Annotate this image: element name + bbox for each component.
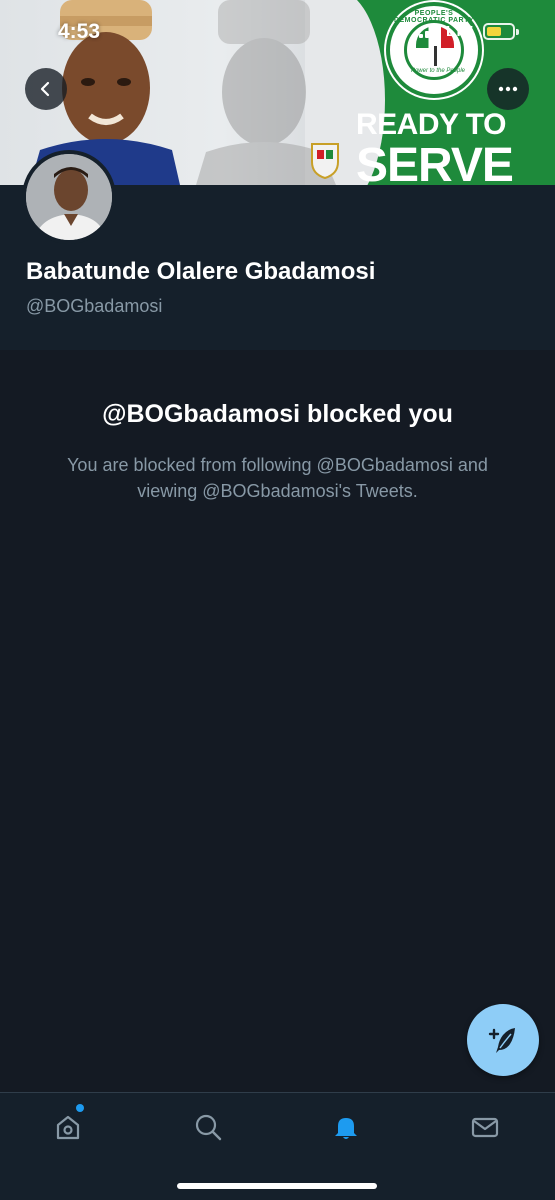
blocked-title: @BOGbadamosi blocked you bbox=[102, 400, 453, 428]
home-notification-dot bbox=[76, 1104, 84, 1112]
battery-icon bbox=[483, 23, 519, 40]
tab-messages[interactable] bbox=[465, 1109, 505, 1145]
mail-icon bbox=[471, 1117, 499, 1138]
chevron-left-icon bbox=[40, 81, 50, 97]
bell-icon bbox=[335, 1118, 357, 1139]
avatar[interactable] bbox=[22, 150, 116, 244]
home-icon bbox=[56, 1115, 80, 1140]
banner-headline-line2: SERVE bbox=[356, 139, 514, 186]
compose-tweet-button[interactable] bbox=[467, 1004, 539, 1076]
profile-display-name: Babatunde Olalere Gbadamosi bbox=[26, 258, 376, 285]
cellular-signal-icon bbox=[419, 24, 441, 38]
network-type: LTE bbox=[446, 23, 474, 40]
tab-notifications[interactable] bbox=[326, 1109, 366, 1145]
more-options-button[interactable] bbox=[487, 68, 529, 110]
tab-search[interactable] bbox=[188, 1109, 228, 1145]
tab-home[interactable] bbox=[48, 1109, 88, 1145]
avatar-photo bbox=[26, 154, 112, 240]
status-bar: 4:53 LTE bbox=[0, 0, 555, 62]
back-button[interactable] bbox=[25, 68, 67, 110]
state-crest-icon bbox=[311, 143, 339, 180]
profile-handle: @BOGbadamosi bbox=[26, 296, 163, 316]
home-indicator[interactable] bbox=[177, 1183, 377, 1189]
seal-tagline: Power to the People bbox=[410, 68, 466, 74]
more-horizontal-icon bbox=[498, 86, 518, 92]
blocked-description: You are blocked from following @BOGbadam… bbox=[67, 455, 488, 501]
compose-tweet-icon bbox=[488, 1028, 515, 1053]
banner-headline-line1: READY TO bbox=[356, 108, 506, 141]
banner-headline: READY TO SERVE bbox=[356, 108, 514, 186]
status-time: 4:53 bbox=[58, 20, 101, 43]
search-icon bbox=[195, 1114, 222, 1141]
